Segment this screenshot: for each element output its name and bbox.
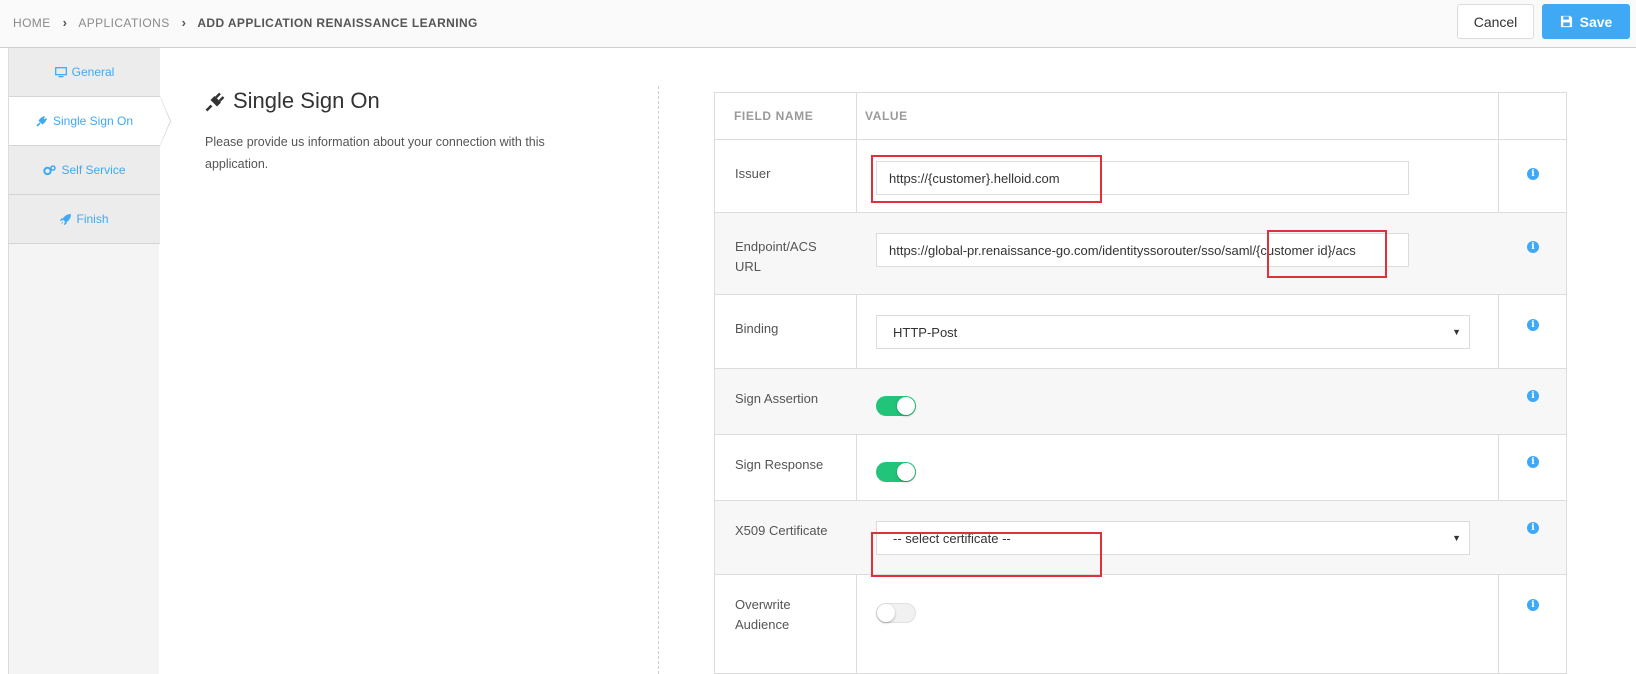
- table-row-issuer: Issuer https://{customer}.helloid.com i: [715, 140, 1566, 213]
- sidebar-item-label: General: [71, 65, 115, 79]
- page-title: Single Sign On: [205, 88, 380, 114]
- header-value: VALUE: [865, 109, 908, 123]
- sidebar-item-label: Self Service: [61, 163, 126, 177]
- save-button[interactable]: Save: [1542, 4, 1630, 39]
- toggle-knob: [877, 604, 895, 622]
- info-icon[interactable]: i: [1527, 390, 1539, 402]
- gears-icon: [43, 164, 57, 175]
- info-icon[interactable]: i: [1527, 522, 1539, 534]
- toggle-knob: [897, 463, 915, 481]
- toggle-knob: [897, 397, 915, 415]
- table-row-sign-response: Sign Response i: [715, 435, 1566, 501]
- header-field-name: FIELD NAME: [734, 109, 814, 123]
- sidebar-item-label: Single Sign On: [52, 114, 134, 128]
- dashed-divider: [658, 86, 659, 674]
- chevron-right-icon: ›: [181, 15, 187, 30]
- top-bar: HOME › APPLICATIONS › ADD APPLICATION RE…: [0, 0, 1636, 48]
- breadcrumb-applications[interactable]: APPLICATIONS: [78, 16, 169, 30]
- plug-icon: [36, 115, 48, 127]
- floppy-disk-icon: [1560, 15, 1572, 28]
- breadcrumb-current: ADD APPLICATION RENAISSANCE LEARNING: [197, 15, 478, 30]
- overwrite-audience-toggle[interactable]: [876, 603, 916, 623]
- monitor-icon: [54, 66, 67, 77]
- table-row-x509-certificate: X509 Certificate -- select certificate -…: [715, 501, 1566, 575]
- field-label: X509 Certificate: [735, 523, 828, 538]
- save-button-label: Save: [1579, 13, 1613, 30]
- info-icon[interactable]: i: [1527, 168, 1539, 180]
- field-label: Sign Response: [735, 457, 824, 472]
- breadcrumb-home[interactable]: HOME: [13, 16, 51, 30]
- info-icon[interactable]: i: [1527, 456, 1539, 468]
- table-row-endpoint: Endpoint/ACS URL https://global-pr.renai…: [715, 213, 1566, 295]
- info-icon[interactable]: i: [1527, 241, 1539, 253]
- binding-select[interactable]: HTTP-Post ▼: [876, 315, 1470, 349]
- plug-icon: [205, 92, 225, 112]
- caret-down-icon: ▼: [1452, 327, 1461, 337]
- field-label: Sign Assertion: [735, 391, 819, 406]
- rocket-icon: [60, 213, 72, 225]
- field-label: Overwrite Audience: [735, 597, 791, 632]
- x509-certificate-select[interactable]: -- select certificate -- ▼: [876, 521, 1470, 555]
- binding-selected-value: HTTP-Post: [893, 324, 958, 340]
- info-icon[interactable]: i: [1527, 599, 1539, 611]
- page-title-text: Single Sign On: [233, 88, 380, 113]
- page-description: Please provide us information about your…: [205, 135, 545, 171]
- caret-down-icon: ▼: [1452, 533, 1461, 543]
- sidebar-item-finish[interactable]: Finish: [9, 195, 160, 244]
- table-row-binding: Binding HTTP-Post ▼ i: [715, 295, 1566, 369]
- sidebar-item-label: Finish: [76, 212, 109, 226]
- breadcrumb: HOME › APPLICATIONS › ADD APPLICATION RE…: [13, 15, 478, 30]
- field-label: Binding: [735, 321, 779, 336]
- table-row-overwrite-audience: Overwrite Audience i: [715, 575, 1566, 673]
- chevron-right-icon: ›: [62, 15, 68, 30]
- table-row-sign-assertion: Sign Assertion i: [715, 369, 1566, 435]
- sso-settings-table: FIELD NAME VALUE Issuer https://{custome…: [714, 92, 1567, 674]
- sign-assertion-toggle[interactable]: [876, 396, 916, 416]
- field-label: Issuer: [735, 166, 771, 181]
- sidebar-item-self-service[interactable]: Self Service: [9, 146, 160, 195]
- sidebar-item-general[interactable]: General: [9, 48, 160, 97]
- info-icon[interactable]: i: [1527, 319, 1539, 331]
- sidebar-item-single-sign-on[interactable]: Single Sign On: [9, 96, 171, 146]
- cancel-button[interactable]: Cancel: [1457, 4, 1534, 39]
- table-header: FIELD NAME VALUE: [715, 93, 1566, 140]
- x509-selected-value: -- select certificate --: [893, 530, 1011, 546]
- issuer-input[interactable]: https://{customer}.helloid.com: [876, 161, 1409, 195]
- wizard-sidebar: General Single Sign On Self Service Fini…: [8, 48, 171, 674]
- sign-response-toggle[interactable]: [876, 462, 916, 482]
- field-label: Endpoint/ACS URL: [735, 239, 817, 274]
- endpoint-acs-url-input[interactable]: https://global-pr.renaissance-go.com/ide…: [876, 233, 1409, 267]
